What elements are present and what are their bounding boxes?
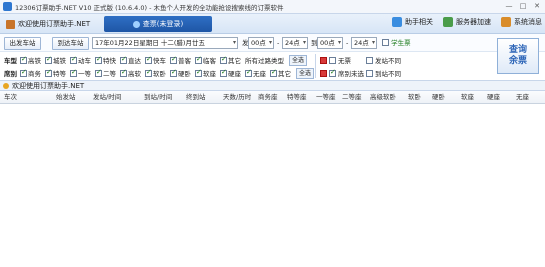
column-header[interactable]: 高级软卧 [370,91,396,104]
select-all-seat-button[interactable]: 全选 [296,67,315,79]
title-bar: 12306订票助手.NET V10 正式版 (10.6.4.0) - 木鱼个人开… [0,0,545,14]
column-header[interactable]: 终到站 [186,91,206,104]
tab-home-label: 欢迎使用订票助手.NET [18,20,91,28]
window-title: 12306订票助手.NET V10 正式版 (10.6.4.0) - 木鱼个人开… [15,3,284,12]
filter-train-gaotie[interactable]: 高铁 [20,55,41,65]
chevron-down-icon: ▾ [268,39,272,46]
filter-seat-unselected[interactable]: 席别未选 [320,68,364,78]
chevron-down-icon: ▾ [302,39,306,46]
train-type-row: 车型 高铁 城铁 动车 特快 直达 快车 普客 临客 其它 所有过路类型 全选 [4,54,310,66]
seat-type-row: 席别 商务 特等 一等 二等 高软 软卧 硬卧 软座 硬座 无座 其它 全选 [4,67,317,79]
column-header[interactable]: 无座 [516,91,529,104]
notice-bar: 欢迎使用订票助手.NET [0,80,545,91]
divider [315,54,316,78]
column-header[interactable]: 硬座 [487,91,500,104]
server-icon [443,17,453,27]
filter-diff-depart[interactable]: 发站不同 [366,55,401,65]
filter-seat-hard-sleeper[interactable]: 硬卧 [170,68,191,78]
student-checkbox-box [382,39,389,46]
arrive-from-select[interactable]: 00点 ▾ [317,37,343,49]
depart-to-select[interactable]: 24点 ▾ [282,37,308,49]
app-logo-icon [3,2,12,11]
filter-seat-second[interactable]: 二等 [95,68,116,78]
depart-from-select[interactable]: 00点 ▾ [248,37,274,49]
filter-train-other[interactable]: 其它 [220,55,241,65]
to-station-button[interactable]: 到达车站 [52,37,89,50]
notice-text: 欢迎使用订票助手.NET [12,81,85,90]
help-icon [392,17,402,27]
tab-query-label: 查票(未登录) [142,20,184,28]
ticket-icon [132,20,140,28]
filter-seat-standing[interactable]: 无座 [245,68,266,78]
column-header[interactable]: 硬卧 [432,91,445,104]
column-header[interactable]: 天数/历时 [223,91,251,104]
column-header[interactable]: 二等座 [342,91,362,104]
chevron-down-icon: ▾ [337,39,341,46]
chevron-down-icon: ▾ [232,39,236,46]
filter-train-kuaiche[interactable]: 快车 [145,55,166,65]
filter-train-zhida[interactable]: 直达 [120,55,141,65]
tab-query[interactable]: 查票(未登录) [104,16,212,32]
date-value: 17年01月22日星期日 十二(腊)月廿五 [95,39,205,47]
filter-seat-high-soft[interactable]: 高软 [120,68,141,78]
system-message-button[interactable]: 系统消息 [501,17,542,27]
toolbar-right: 助手相关 服务器加速 系统消息 [392,17,542,27]
server-accel-button[interactable]: 服务器加速 [443,17,491,27]
train-type-label: 车型 [4,57,17,65]
system-message-label: 系统消息 [514,18,542,26]
filter-seat-special[interactable]: 特等 [45,68,66,78]
filter-train-chengtie[interactable]: 城铁 [45,55,66,65]
column-header[interactable]: 商务座 [258,91,278,104]
column-header[interactable]: 特等座 [287,91,307,104]
filter-seat-other[interactable]: 其它 [270,68,291,78]
filter-train-dongche[interactable]: 动车 [70,55,91,65]
filter-train-puke[interactable]: 普客 [170,55,191,65]
filter-seat-business[interactable]: 商务 [20,68,41,78]
filter-no-ticket[interactable]: 无票 [320,55,364,65]
student-ticket-checkbox[interactable]: 学生票 [382,37,411,49]
select-all-train-button[interactable]: 全选 [289,54,308,66]
message-icon [501,17,511,27]
filter-area: 车型 高铁 城铁 动车 特快 直达 快车 普客 临客 其它 所有过路类型 全选 … [0,52,545,80]
maximize-button[interactable]: □ [519,2,527,10]
column-header[interactable]: 发站/时间 [93,91,121,104]
filter-diff-arrive[interactable]: 到站不同 [366,68,401,78]
tab-home[interactable]: 欢迎使用订票助手.NET [3,16,95,32]
column-header[interactable]: 始发站 [56,91,76,104]
filter-pass-type[interactable]: 所有过路类型 [245,55,284,65]
search-tickets-button[interactable]: 查询 余票 [497,38,539,74]
close-button[interactable]: ✕ [533,2,541,10]
column-header[interactable]: 车次 [4,91,17,104]
from-station-button[interactable]: 出发车站 [4,37,41,50]
status-filters-col2: 发站不同 到站不同 [366,55,401,78]
arrive-to-select[interactable]: 24点 ▾ [351,37,377,49]
filter-seat-first[interactable]: 一等 [70,68,91,78]
server-accel-label: 服务器加速 [456,18,491,26]
main-toolbar: 欢迎使用订票助手.NET 查票(未登录) 助手相关 服务器加速 系统消息 [0,14,545,34]
results-table-header: 车次 始发站 发站/时间 到站/时间 终到站 天数/历时 商务座 特等座 一等座… [0,91,545,104]
query-row: 出发车站 到达车站 17年01月22日星期日 十二(腊)月廿五 ▾ 发 00点 ▾ … [0,34,545,52]
column-header[interactable]: 软卧 [408,91,421,104]
filter-seat-hard-seat[interactable]: 硬座 [220,68,241,78]
seat-type-label: 席别 [4,70,17,78]
status-filters-col1: 无票 席别未选 [320,55,364,78]
column-header[interactable]: 软座 [461,91,474,104]
chevron-down-icon: ▾ [371,39,375,46]
results-table-body [0,104,545,267]
info-icon [3,82,9,89]
date-picker[interactable]: 17年01月22日星期日 十二(腊)月廿五 ▾ [92,37,238,49]
column-header[interactable]: 一等座 [316,91,336,104]
filter-seat-soft-sleeper[interactable]: 软卧 [145,68,166,78]
help-label: 助手相关 [405,18,433,26]
filter-train-linke[interactable]: 临客 [195,55,216,65]
home-icon [6,19,15,29]
filter-seat-soft-seat[interactable]: 软座 [195,68,216,78]
minimize-button[interactable]: — [505,2,513,10]
filter-train-tekuai[interactable]: 特快 [95,55,116,65]
help-button[interactable]: 助手相关 [392,17,433,27]
column-header[interactable]: 到站/时间 [144,91,172,104]
window-controls: — □ ✕ [505,2,541,10]
